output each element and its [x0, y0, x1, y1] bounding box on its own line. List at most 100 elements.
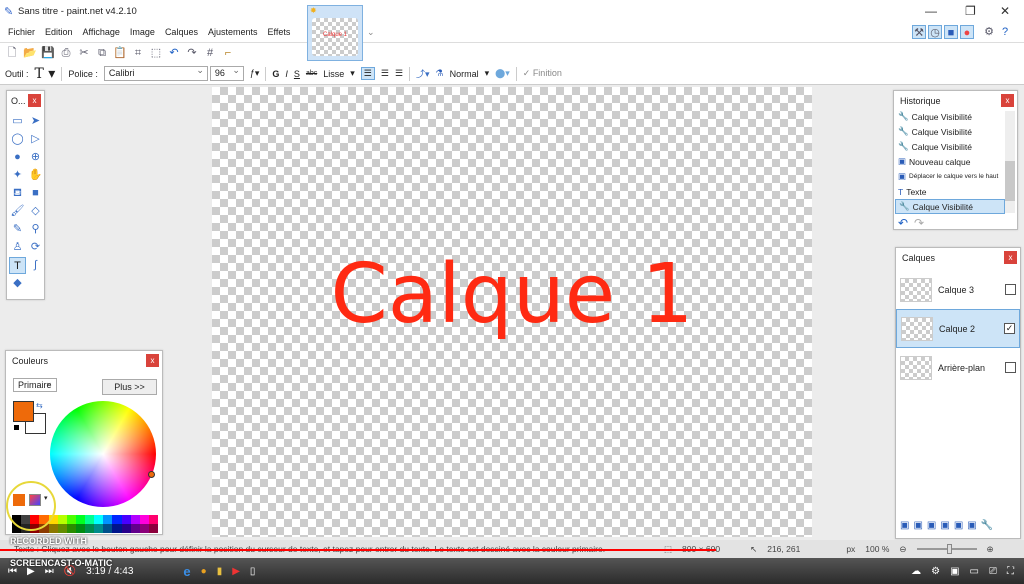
- layer-item[interactable]: Arrière-plan: [896, 348, 1020, 387]
- history-item[interactable]: ▣ Déplacer le calque vers le haut: [895, 169, 1005, 184]
- palette-swatch[interactable]: [57, 515, 67, 533]
- history-close-button[interactable]: x: [1001, 94, 1014, 107]
- palette-swatch[interactable]: [75, 515, 85, 533]
- history-window-toggle-icon[interactable]: ◷: [928, 25, 942, 39]
- open-icon[interactable]: 📂: [23, 46, 37, 60]
- history-item[interactable]: T Texte: [895, 184, 1005, 199]
- explorer-icon[interactable]: ▮: [217, 566, 223, 577]
- miniplayer-icon[interactable]: ▣: [950, 566, 959, 577]
- color-wheel-handle[interactable]: [148, 471, 155, 478]
- recolor-tool-icon[interactable]: ⟳: [27, 239, 44, 256]
- delete-layer-icon[interactable]: ▣: [913, 520, 922, 531]
- history-undo-icon[interactable]: ↶: [898, 216, 908, 230]
- youtube-icon[interactable]: ▶: [232, 566, 240, 577]
- palette-swatch[interactable]: [85, 515, 95, 533]
- history-item[interactable]: 🔧 Calque Visibilité: [895, 139, 1005, 154]
- color-wheel[interactable]: [50, 401, 156, 507]
- deselect-icon[interactable]: ⬚: [149, 46, 163, 60]
- menu-ajustements[interactable]: Ajustements: [203, 24, 263, 40]
- menu-calques[interactable]: Calques: [160, 24, 203, 40]
- help-icon[interactable]: ?: [998, 25, 1012, 39]
- antialias-select[interactable]: Lisse: [323, 69, 344, 79]
- palette-swatch[interactable]: [66, 515, 76, 533]
- chrome-icon[interactable]: ●: [201, 566, 207, 577]
- zoom-in-icon[interactable]: ⊕: [987, 544, 994, 555]
- magic-wand-tool-icon[interactable]: ✦: [9, 167, 26, 184]
- reset-colors-icon[interactable]: [13, 424, 20, 431]
- palette-swatch[interactable]: [130, 515, 140, 533]
- image-canvas[interactable]: Calque 1: [212, 87, 812, 537]
- palette-swatch[interactable]: [103, 515, 113, 533]
- colors-close-button[interactable]: x: [146, 354, 159, 367]
- palette-swatch[interactable]: [139, 515, 149, 533]
- fullscreen-icon[interactable]: ⛶: [1007, 566, 1014, 577]
- font-size-select[interactable]: 96: [209, 65, 244, 81]
- history-item[interactable]: ▣ Nouveau calque: [895, 154, 1005, 169]
- current-tool-text-icon[interactable]: T ▾: [35, 66, 56, 82]
- colors-window-toggle-icon[interactable]: ●: [960, 25, 974, 39]
- palette-swatch[interactable]: [121, 515, 131, 533]
- image-tab[interactable]: ✸ Calque 1: [307, 5, 363, 61]
- settings-gear-icon[interactable]: ⚙: [982, 25, 996, 39]
- font-select[interactable]: Calibri: [103, 65, 208, 81]
- selection-mode-icon[interactable]: ⬤▾: [495, 68, 510, 79]
- history-item[interactable]: 🔧 Calque Visibilité: [895, 124, 1005, 139]
- more-colors-button[interactable]: Plus >>: [102, 379, 157, 395]
- cut-icon[interactable]: ✂: [77, 46, 91, 60]
- tab-list-chevron-icon[interactable]: ⌄: [367, 27, 375, 38]
- rectangle-select-tool-icon[interactable]: ▭: [9, 113, 26, 130]
- minimize-button[interactable]: —: [925, 4, 937, 18]
- align-center-icon[interactable]: ☰: [381, 68, 389, 79]
- tablet-icon[interactable]: ▯: [250, 566, 256, 577]
- line-curve-tool-icon[interactable]: ∫: [27, 257, 44, 274]
- zoom-slider[interactable]: [916, 544, 977, 554]
- merge-layer-icon[interactable]: ▣: [940, 520, 949, 531]
- unit-select[interactable]: px: [846, 544, 855, 554]
- edge-icon[interactable]: e: [183, 564, 190, 579]
- ruler-icon[interactable]: ⌐: [221, 46, 235, 60]
- layer-visibility-checkbox[interactable]: [1005, 284, 1016, 295]
- paste-icon[interactable]: 📋: [113, 46, 127, 60]
- shapes-tool-icon[interactable]: ◆: [9, 275, 26, 292]
- bold-button[interactable]: G: [272, 69, 279, 79]
- zoom-out-icon[interactable]: ⊖: [899, 544, 906, 555]
- blend-curve-icon[interactable]: ⤴▾: [416, 67, 430, 80]
- gradient-tool-icon[interactable]: ■: [27, 185, 44, 202]
- primary-color-swatch[interactable]: [13, 401, 34, 422]
- font-rendering-icon[interactable]: ƒ▾: [250, 68, 260, 79]
- save-icon[interactable]: 💾: [41, 46, 55, 60]
- theater-icon[interactable]: ▭: [970, 566, 979, 577]
- align-right-icon[interactable]: ☰: [395, 68, 403, 79]
- menu-effets[interactable]: Effets: [263, 24, 296, 40]
- text-tool-icon[interactable]: T: [9, 257, 26, 274]
- palette-swatch[interactable]: [94, 515, 104, 533]
- zoom-level[interactable]: 100 %: [865, 544, 889, 554]
- restore-button[interactable]: ❐: [965, 4, 976, 18]
- close-button[interactable]: ✕: [1000, 4, 1010, 18]
- tools-window-toggle-icon[interactable]: ⚒: [912, 25, 926, 39]
- move-selection-tool-icon[interactable]: ➤: [27, 113, 44, 130]
- grid-icon[interactable]: #: [203, 46, 217, 60]
- clone-stamp-tool-icon[interactable]: ♙: [9, 239, 26, 256]
- ellipse-select-tool-icon[interactable]: ●: [9, 149, 26, 166]
- color-mode-select[interactable]: Primaire: [13, 378, 57, 392]
- italic-button[interactable]: I: [285, 69, 288, 79]
- pan-tool-icon[interactable]: ✋: [27, 167, 44, 184]
- copy-icon[interactable]: ⧉: [95, 46, 109, 60]
- move-selected-tool-icon[interactable]: ▷: [27, 131, 44, 148]
- strikethrough-button[interactable]: abc: [306, 70, 317, 77]
- lasso-select-tool-icon[interactable]: ◯: [9, 131, 26, 148]
- layer-item[interactable]: Calque 2 ✓: [896, 309, 1020, 348]
- new-icon[interactable]: 🗋: [5, 46, 19, 60]
- blend-mode-select[interactable]: Normal: [450, 69, 479, 79]
- move-layer-up-icon[interactable]: ▣: [954, 520, 963, 531]
- menu-edition[interactable]: Edition: [40, 24, 78, 40]
- palette-swatch[interactable]: [112, 515, 122, 533]
- layer-item[interactable]: Calque 3: [896, 270, 1020, 309]
- eraser-tool-icon[interactable]: ◇: [27, 203, 44, 220]
- undo-icon[interactable]: ↶: [167, 46, 181, 60]
- paint-bucket-tool-icon[interactable]: ⛾: [9, 185, 26, 202]
- menu-affichage[interactable]: Affichage: [78, 24, 125, 40]
- zoom-tool-icon[interactable]: ⊕: [27, 149, 44, 166]
- align-left-icon[interactable]: ☰: [360, 67, 375, 80]
